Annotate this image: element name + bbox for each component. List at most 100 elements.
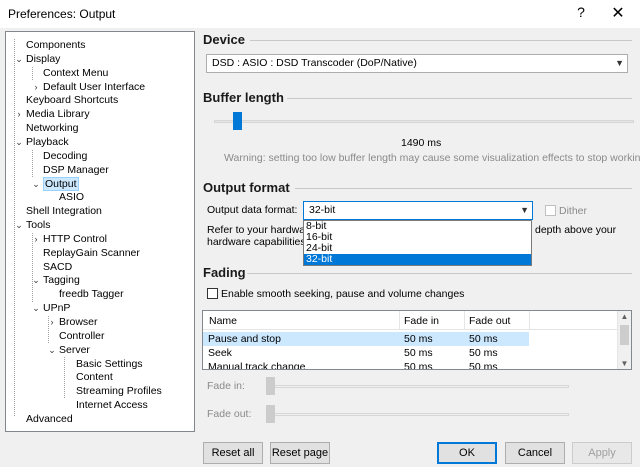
tree-item[interactable]: Internet Access: [76, 398, 148, 412]
device-heading: Device: [203, 32, 245, 47]
dropdown-option[interactable]: 8-bit: [304, 221, 531, 232]
dither-label: Dither: [559, 205, 588, 217]
chevron-down-icon[interactable]: ⌄: [14, 218, 24, 232]
tree-item-label: DSP Manager: [43, 163, 109, 176]
column-name[interactable]: Name: [209, 315, 237, 327]
fade-in-slider-track[interactable]: [266, 385, 569, 388]
tree-item-label: Keyboard Shortcuts: [26, 94, 119, 107]
chevron-right-icon[interactable]: ›: [14, 107, 24, 121]
buffer-slider-thumb[interactable]: [233, 112, 242, 130]
tree-item[interactable]: SACD: [43, 260, 72, 274]
tree-item-label: freedb Tagger: [59, 288, 124, 301]
dropdown-option[interactable]: 16-bit: [304, 232, 531, 243]
output-data-format-select[interactable]: 32-bit ▼: [303, 201, 533, 220]
tree-item[interactable]: ⌄ Tagging: [32, 273, 80, 287]
column-fade-in[interactable]: Fade in: [404, 315, 439, 327]
chevron-down-icon[interactable]: ⌄: [47, 343, 57, 357]
format-help-text-right-1: depth above your: [535, 224, 617, 236]
tree-item[interactable]: › Default User Interface: [35, 80, 146, 94]
chevron-right-icon[interactable]: ›: [47, 315, 57, 329]
fade-in-label: Fade in:: [207, 380, 245, 392]
tree-item[interactable]: Basic Settings: [76, 357, 143, 371]
tree-item[interactable]: Advanced: [26, 412, 73, 426]
output-data-format-value: 32-bit: [309, 204, 336, 216]
fade-out-label: Fade out:: [207, 408, 252, 420]
tree-item[interactable]: Streaming Profiles: [76, 384, 162, 398]
row-name: Seek: [208, 347, 232, 359]
output-data-format-label: Output data format:: [207, 204, 298, 216]
chevron-right-icon[interactable]: ›: [31, 232, 41, 246]
tree-item[interactable]: freedb Tagger: [59, 287, 124, 301]
chevron-down-icon[interactable]: ⌄: [31, 273, 41, 287]
tree-item[interactable]: Content: [76, 370, 113, 384]
tree-item-label: Basic Settings: [76, 357, 143, 370]
scroll-up-icon[interactable]: ▲: [618, 312, 631, 321]
close-button[interactable]: ✕: [608, 3, 628, 23]
fade-out-slider-track[interactable]: [266, 413, 569, 416]
tree-item-label: Playback: [26, 135, 69, 148]
tree-item-label: Controller: [59, 329, 105, 342]
table-row[interactable]: Seek 50 ms 50 ms: [203, 346, 529, 360]
tree-item[interactable]: Components: [26, 38, 86, 52]
reset-page-button[interactable]: Reset page: [270, 442, 330, 464]
tree-item[interactable]: ⌄ Tools: [15, 218, 50, 232]
tree-item-label: Server: [59, 343, 90, 356]
tree-item[interactable]: Context Menu: [43, 66, 108, 80]
smooth-fading-checkbox[interactable]: [207, 288, 218, 299]
tree-item[interactable]: Controller: [59, 329, 105, 343]
chevron-down-icon[interactable]: ⌄: [14, 52, 24, 66]
apply-button[interactable]: Apply: [572, 442, 632, 464]
table-row[interactable]: Manual track change 50 ms 50 ms: [203, 360, 529, 369]
tree-item[interactable]: ⌄ Output: [32, 176, 79, 191]
preferences-window: Components ⌄ Display Context Menu › Default U…: [0, 28, 640, 467]
chevron-down-icon[interactable]: ⌄: [31, 301, 41, 315]
column-fade-out[interactable]: Fade out: [469, 315, 510, 327]
tree-item-label: Default User Interface: [43, 80, 146, 93]
tree-item[interactable]: ReplayGain Scanner: [43, 246, 140, 260]
device-select[interactable]: DSD : ASIO : DSD Transcoder (DoP/Native)…: [206, 54, 628, 73]
chevron-down-icon[interactable]: ⌄: [14, 135, 24, 149]
tree-item[interactable]: ⌄ Playback: [15, 135, 69, 149]
tree-item[interactable]: ⌄ Server: [48, 343, 90, 357]
fade-out-slider-thumb[interactable]: [266, 405, 275, 423]
tree-item-label: ASIO: [59, 191, 85, 204]
tree-item-label: Content: [76, 371, 113, 384]
help-button[interactable]: ?: [574, 4, 588, 20]
format-help-text-left-2: hardware capabilities w: [207, 236, 317, 248]
buffer-heading: Buffer length: [203, 90, 284, 105]
chevron-down-icon[interactable]: ⌄: [31, 177, 41, 191]
fading-list-header: Name Fade in Fade out: [203, 311, 631, 330]
fading-list-scrollbar[interactable]: ▲ ▼: [617, 311, 631, 369]
row-fade-out: 50 ms: [469, 347, 498, 359]
ok-button[interactable]: OK: [437, 442, 497, 464]
scroll-thumb[interactable]: [620, 325, 629, 345]
scroll-down-icon[interactable]: ▼: [618, 359, 631, 368]
chevron-right-icon[interactable]: ›: [31, 80, 41, 94]
fade-in-slider-thumb[interactable]: [266, 377, 275, 395]
fading-list[interactable]: Name Fade in Fade out Pause and stop 50 …: [202, 310, 632, 370]
dropdown-option[interactable]: 24-bit: [304, 243, 531, 254]
row-name: Pause and stop: [208, 333, 281, 345]
reset-all-button[interactable]: Reset all: [203, 442, 263, 464]
dither-checkbox[interactable]: [545, 205, 556, 216]
preferences-tree[interactable]: Components ⌄ Display Context Menu › Default U…: [5, 31, 195, 432]
window-title: Preferences: Output: [8, 7, 116, 21]
tree-item[interactable]: Keyboard Shortcuts: [26, 93, 118, 107]
tree-item[interactable]: Shell Integration: [26, 204, 102, 218]
tree-item[interactable]: Networking: [26, 121, 79, 135]
buffer-slider-track[interactable]: [214, 120, 634, 123]
cancel-button[interactable]: Cancel: [505, 442, 565, 464]
column-separator: [529, 311, 530, 329]
dropdown-option[interactable]: 32-bit: [304, 254, 531, 265]
tree-item[interactable]: DSP Manager: [43, 163, 109, 177]
tree-item[interactable]: › Browser: [51, 315, 98, 329]
output-data-format-dropdown[interactable]: 8-bit 16-bit 24-bit 32-bit: [303, 220, 532, 266]
tree-item[interactable]: › HTTP Control: [35, 232, 108, 246]
tree-item[interactable]: ASIO: [59, 190, 84, 204]
table-row[interactable]: Pause and stop 50 ms 50 ms: [203, 332, 529, 346]
tree-item[interactable]: ⌄ Display: [15, 52, 60, 66]
tree-item-label: Components: [26, 39, 86, 51]
tree-item[interactable]: › Media Library: [18, 107, 90, 121]
tree-item[interactable]: ⌄ UPnP: [32, 301, 70, 315]
tree-item[interactable]: Decoding: [43, 149, 87, 163]
